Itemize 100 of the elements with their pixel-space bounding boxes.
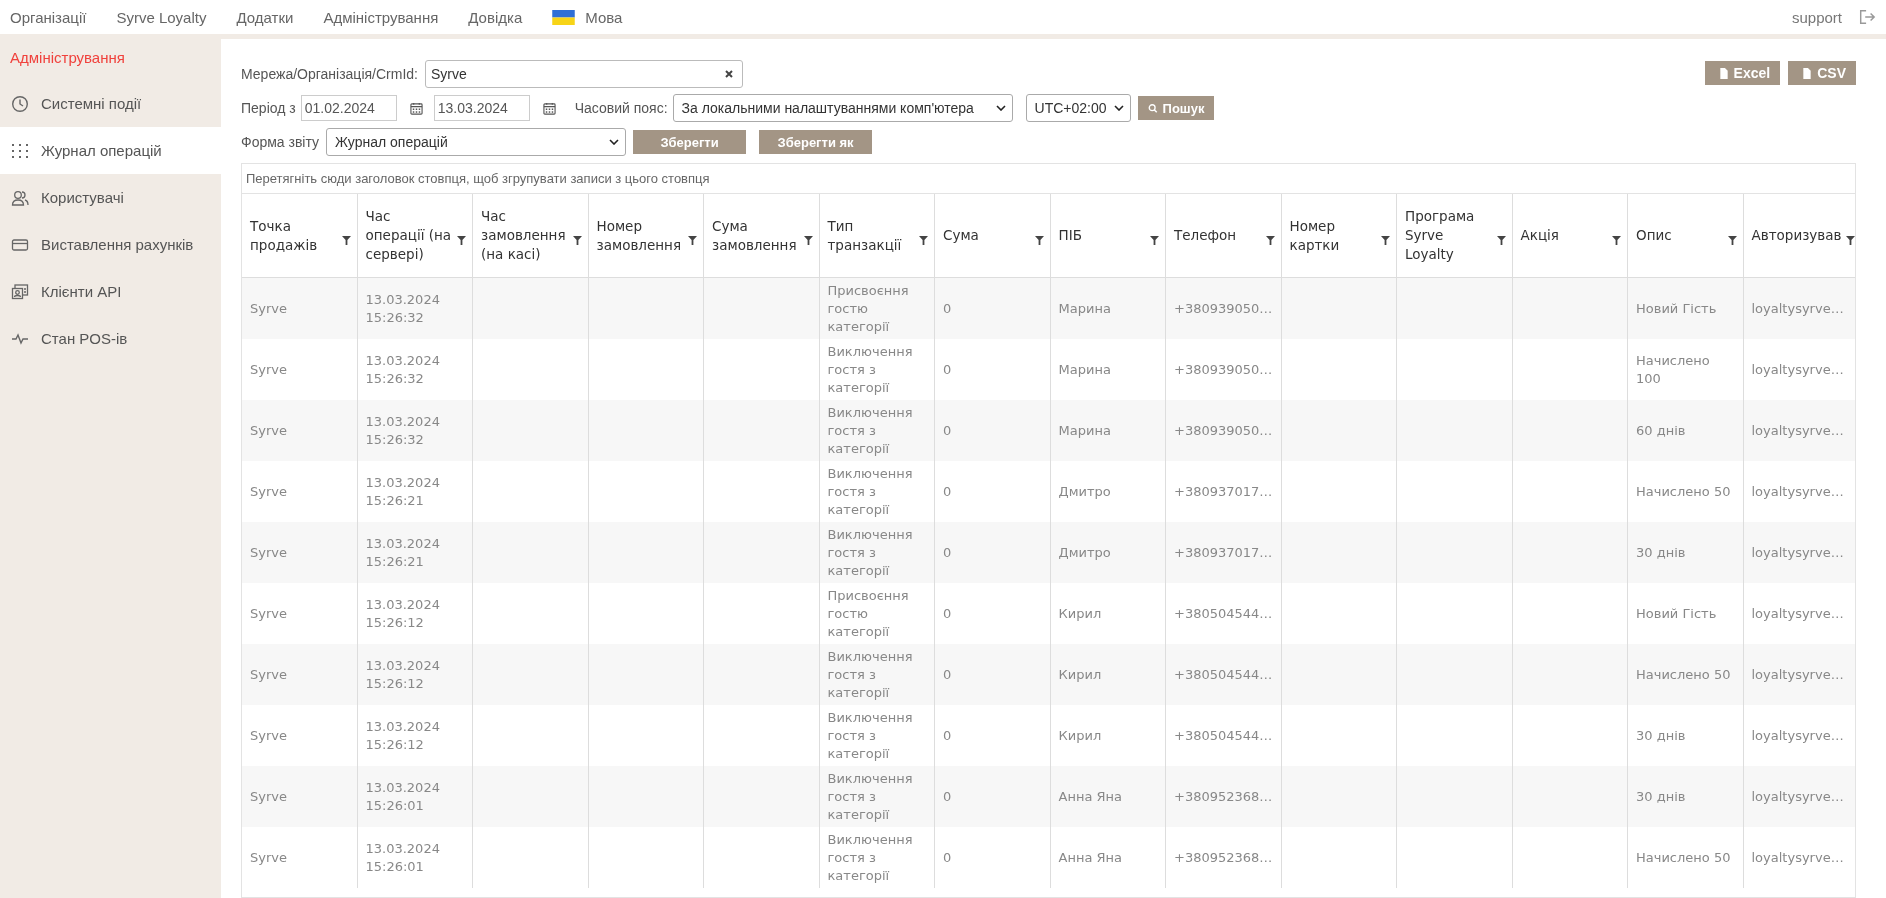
table-cell: Марина (1058, 421, 1111, 440)
column-header[interactable]: Точка продажів (242, 194, 358, 277)
filter-icon[interactable] (1612, 236, 1621, 245)
report-form-dropdown[interactable]: Журнал операцій (326, 128, 627, 156)
filter-icon[interactable] (1496, 236, 1506, 245)
table-cell-text: 13.03.2024 15:26:32 (365, 290, 441, 327)
column-header[interactable]: ПІБ (1050, 194, 1166, 277)
filter-icon[interactable] (572, 236, 582, 245)
column-header[interactable]: Телефон (1166, 194, 1282, 277)
table-cell: Марина (1058, 360, 1111, 379)
organization-field[interactable]: Syrve (424, 60, 743, 88)
table-cell: loyaltysyrve… (1751, 299, 1844, 318)
table-cell: +380937017… (1174, 482, 1273, 501)
table-cell: +380504544… (1174, 726, 1273, 745)
date-to-field[interactable]: 13.03.2024 (433, 95, 530, 121)
table-cell: Syrve (250, 299, 287, 318)
nav-menu-item[interactable]: Організації (10, 8, 87, 26)
table-cell-text: Виключення гостя з категорії (827, 403, 914, 458)
calendar-icon[interactable] (409, 101, 423, 115)
table-cell: Начислено 50 (1636, 848, 1731, 867)
column-header[interactable]: Програма Syrve Loyalty (1397, 194, 1513, 277)
column-header[interactable]: Номер картки (1281, 194, 1397, 277)
table-cell: loyaltysyrve… (1751, 665, 1844, 684)
table-cell: loyaltysyrve… (1751, 421, 1844, 440)
table-cell: 0 (943, 421, 952, 440)
table-cell: 30 днів (1636, 726, 1686, 745)
filter-icon[interactable] (1034, 236, 1044, 245)
id-card-icon (11, 282, 29, 301)
user-name[interactable]: support (1791, 8, 1842, 26)
utc-offset-dropdown[interactable]: UTC+02:00 (1025, 94, 1131, 122)
table-cell: Анна Яна (1058, 787, 1122, 806)
sidebar-item[interactable]: Журнал операцій (0, 127, 221, 174)
table-cell: 0 (943, 787, 952, 806)
timezone-label: Часовий пояс: (574, 100, 668, 116)
table-cell-text: Присвоєння гостю категорії (827, 586, 910, 641)
chevron-down-icon (995, 105, 1006, 111)
filter-icon[interactable] (1265, 236, 1275, 245)
sidebar-item[interactable]: Користувачі (0, 174, 221, 221)
column-header[interactable]: Сума (935, 194, 1051, 277)
table-cell: Syrve (250, 604, 287, 623)
filter-icon[interactable] (457, 236, 466, 245)
filter-icon[interactable] (1727, 236, 1737, 245)
file-icon (1718, 67, 1729, 79)
table-cell: Начислено 50 (1636, 482, 1731, 501)
column-header[interactable]: Час замовлення (на касі) (473, 194, 589, 277)
nav-menu-item[interactable]: Адміністрування (323, 8, 439, 26)
table-cell-text: 13.03.2024 15:26:12 (365, 656, 441, 693)
table-cell-text: 13.03.2024 15:26:01 (365, 778, 441, 815)
sidebar-item[interactable]: Стан POS-ів (0, 315, 221, 362)
table-cell: 30 днів (1636, 787, 1686, 806)
table-cell: loyaltysyrve… (1751, 787, 1844, 806)
table-cell-text: 13.03.2024 15:26:21 (365, 473, 441, 510)
filter-icon[interactable] (688, 236, 697, 245)
column-header[interactable]: Опис (1628, 194, 1744, 277)
report-form-label: Форма звіту (241, 134, 320, 150)
calendar-icon[interactable] (542, 101, 556, 115)
clear-icon[interactable] (723, 69, 734, 79)
column-header[interactable]: Номер замовлення (588, 194, 704, 277)
column-header[interactable]: Тип транзакції (819, 194, 935, 277)
clock-icon (11, 94, 29, 113)
logout-icon[interactable] (1858, 8, 1876, 26)
table-cell: +380952368… (1174, 787, 1273, 806)
table-cell: 0 (943, 543, 952, 562)
filter-icon[interactable] (1381, 236, 1390, 245)
table-cell: 0 (943, 299, 952, 318)
column-header[interactable]: Час операції (на сервері) (357, 194, 473, 277)
sidebar-item[interactable]: Виставлення рахунків (0, 221, 221, 268)
table-cell: Syrve (250, 360, 287, 379)
column-header[interactable]: Сума замовлення (704, 194, 820, 277)
sidebar-item[interactable]: Клієнти API (0, 268, 221, 315)
nav-menu-item[interactable]: Мова (552, 8, 623, 26)
table-cell: loyaltysyrve… (1751, 604, 1844, 623)
chevron-down-icon (1113, 105, 1124, 111)
table-cell: loyaltysyrve… (1751, 848, 1844, 867)
filter-icon[interactable] (919, 236, 928, 245)
table-cell: +380504544… (1174, 665, 1273, 684)
date-from-field[interactable]: 01.02.2024 (300, 95, 397, 121)
nav-menu-item[interactable]: Довідка (468, 8, 523, 26)
users-icon (11, 188, 29, 207)
table-cell-text: 13.03.2024 15:26:32 (365, 412, 441, 449)
filter-icon[interactable] (1845, 236, 1855, 245)
table-cell: 60 днів (1636, 421, 1686, 440)
nav-menu-item[interactable]: Додатки (236, 8, 294, 26)
column-header[interactable]: Акція (1512, 194, 1628, 277)
timezone-dropdown[interactable]: За локальними налаштуваннями комп'ютера (672, 94, 1013, 122)
table-cell: Дмитро (1058, 482, 1111, 501)
column-header[interactable]: Авторизував (1743, 194, 1855, 277)
table-cell: 0 (943, 482, 952, 501)
table-cell-text: Присвоєння гостю категорії (827, 281, 910, 336)
table-cell: +380939050… (1174, 299, 1273, 318)
table-cell-text: Виключення гостя з категорії (827, 525, 914, 580)
sidebar-item[interactable]: Системні події (0, 80, 221, 127)
table-cell: Дмитро (1058, 543, 1111, 562)
filter-icon[interactable] (803, 236, 813, 245)
filter-icon[interactable] (341, 236, 351, 245)
filter-icon[interactable] (1150, 236, 1159, 245)
table-cell: Кирил (1058, 665, 1102, 684)
nav-menu-item[interactable]: Syrve Loyalty (116, 8, 207, 26)
table-cell-text: 13.03.2024 15:26:21 (365, 534, 441, 571)
table-cell-text: Виключення гостя з категорії (827, 769, 914, 824)
